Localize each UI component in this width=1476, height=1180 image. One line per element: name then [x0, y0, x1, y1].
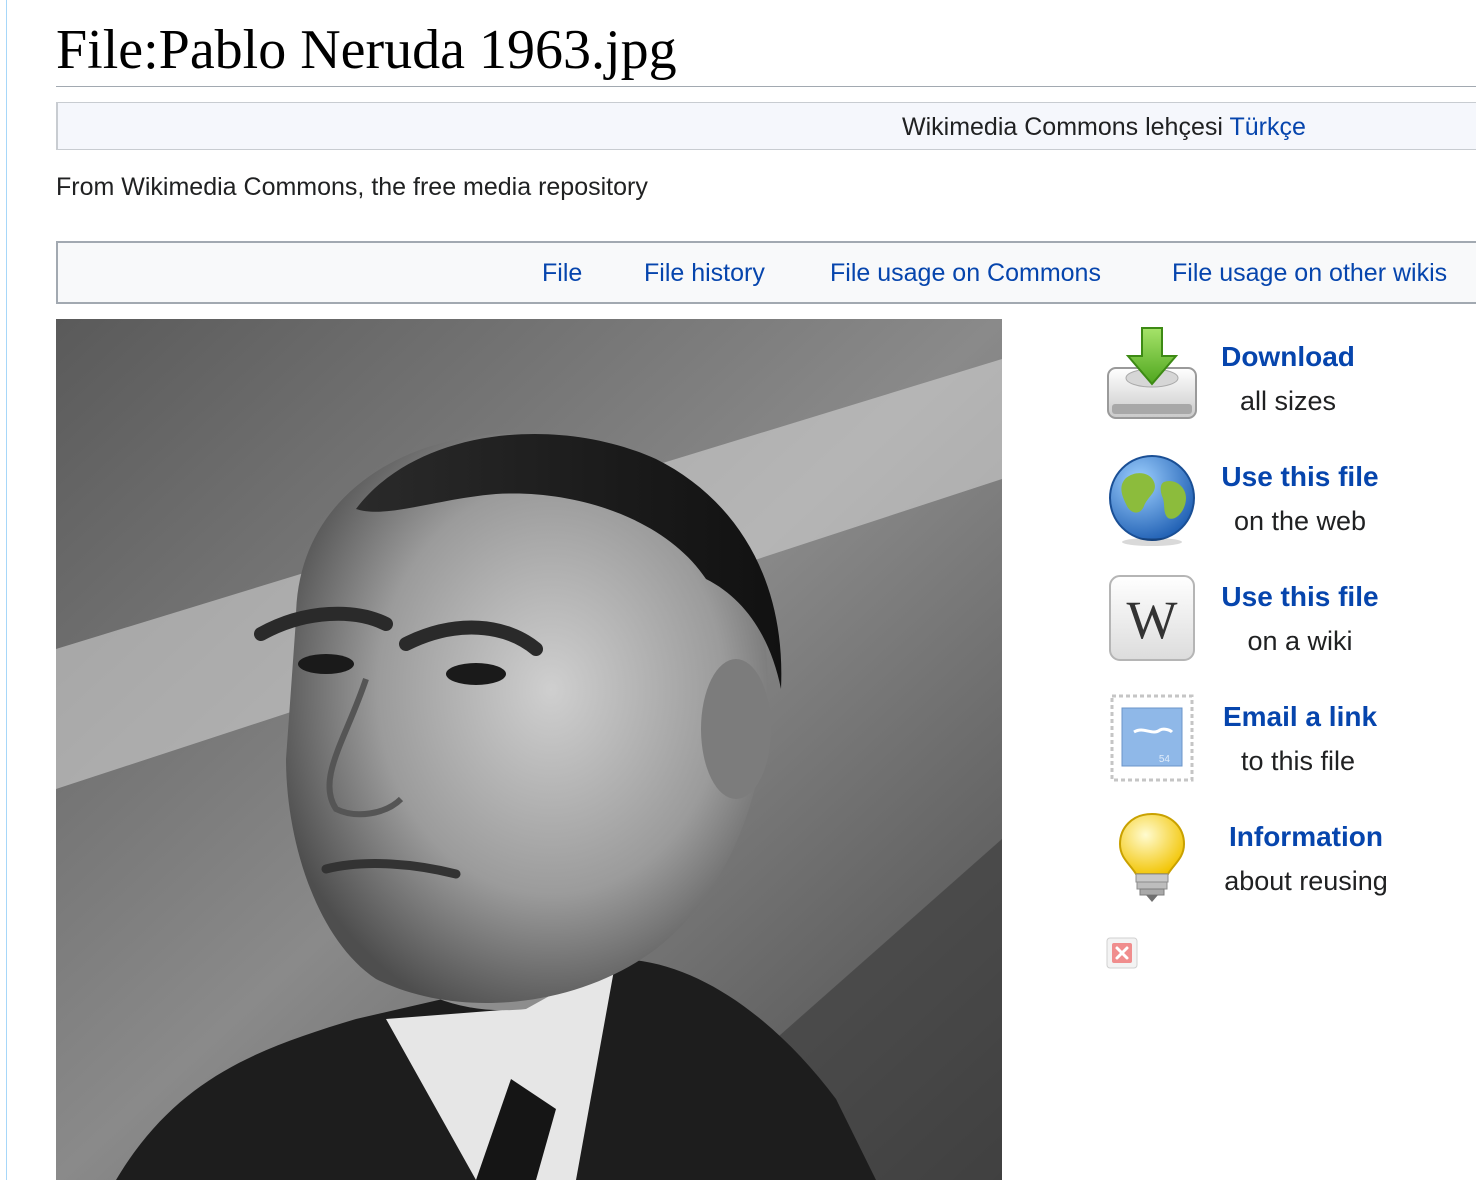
use-on-wiki-sub: on a wiki — [1247, 626, 1353, 656]
language-link[interactable]: Türkçe — [1229, 113, 1305, 141]
svg-text:W: W — [1127, 590, 1178, 650]
email-link-link[interactable]: Email a link — [1190, 700, 1410, 734]
use-on-web-sub: on the web — [1233, 506, 1367, 536]
globe-icon — [1104, 452, 1200, 548]
use-on-web-item[interactable]: Use this file on the web — [1100, 442, 1400, 552]
information-link[interactable]: Information — [1196, 820, 1416, 854]
download-sub: all sizes — [1239, 386, 1337, 416]
email-link-item[interactable]: 54 Email a link to this file — [1100, 682, 1400, 792]
tab-file-history[interactable]: File history — [644, 258, 765, 288]
language-bar: Wikimedia Commons lehçesi Türkçe — [56, 102, 1476, 150]
wikipedia-w-icon: W — [1104, 572, 1200, 668]
stamp-envelope-icon: 54 — [1104, 692, 1200, 788]
file-tabs-bar: File File history File usage on Commons … — [56, 241, 1476, 304]
information-item[interactable]: Information about reusing — [1100, 802, 1400, 912]
svg-text:54: 54 — [1159, 754, 1171, 765]
title-divider — [56, 86, 1476, 87]
use-on-wiki-link[interactable]: Use this file — [1190, 580, 1410, 614]
download-item[interactable]: Download all sizes — [1100, 322, 1400, 432]
file-image[interactable] — [56, 319, 1002, 1180]
language-notice-text: Wikimedia Commons lehçesi — [902, 113, 1223, 141]
email-link-sub: to this file — [1240, 746, 1356, 776]
information-sub: about reusing — [1224, 866, 1388, 896]
left-border — [6, 0, 7, 1180]
tab-file-usage-other-wikis[interactable]: File usage on other wikis — [1172, 258, 1447, 288]
tab-file-usage-commons[interactable]: File usage on Commons — [830, 258, 1101, 288]
portrait-photo — [56, 319, 1002, 1180]
close-icon[interactable] — [1106, 937, 1138, 969]
language-notice: Wikimedia Commons lehçesi Türkçe — [902, 113, 1306, 141]
tab-file[interactable]: File — [542, 258, 582, 288]
lightbulb-icon — [1104, 810, 1200, 906]
use-on-web-link[interactable]: Use this file — [1190, 460, 1410, 494]
page-title: File:Pablo Neruda 1963.jpg — [56, 19, 677, 81]
site-tagline: From Wikimedia Commons, the free media r… — [56, 173, 648, 201]
download-link[interactable]: Download — [1178, 340, 1398, 374]
use-on-wiki-item[interactable]: W Use this file on a wiki — [1100, 562, 1400, 672]
